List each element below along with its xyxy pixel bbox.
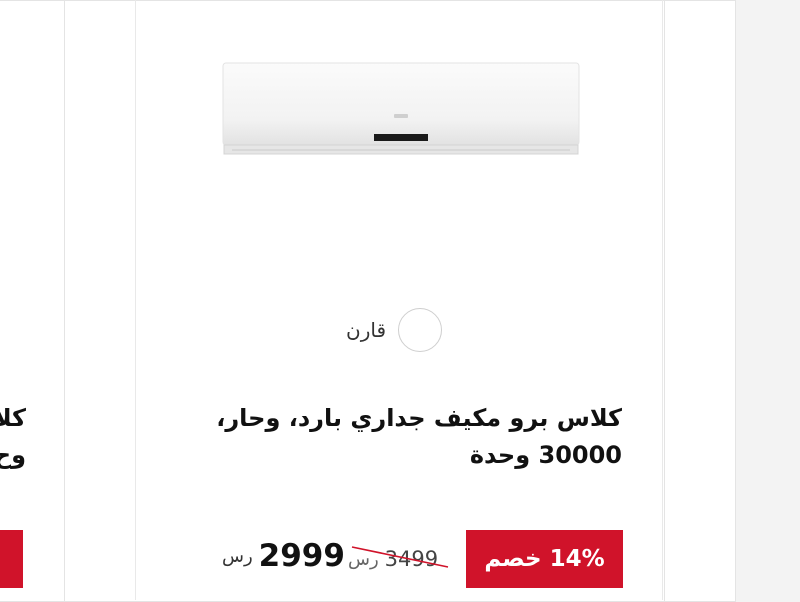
strikethrough-line <box>351 546 449 568</box>
price-currency: رس <box>222 545 253 567</box>
neighbour-product-title[interactable]: كلا وح <box>0 400 26 474</box>
neighbour-discount-badge <box>0 530 23 588</box>
card-divider <box>662 0 663 600</box>
price-value: 2999 <box>258 538 345 574</box>
compare-checkbox[interactable] <box>398 308 442 352</box>
product-image[interactable] <box>222 62 580 158</box>
neighbour-title-line: وح <box>0 441 26 469</box>
card-divider <box>135 0 136 600</box>
product-title[interactable]: كلاس برو مكيف جداري بارد، وحار، 30000 وح… <box>150 400 622 474</box>
compare-label: قارن <box>346 318 386 342</box>
product-card-left[interactable] <box>0 0 65 602</box>
neighbour-title-line: كلا <box>0 404 26 432</box>
product-card-right[interactable] <box>664 0 736 602</box>
current-price: رس 2999 <box>222 536 345 576</box>
compare-control[interactable]: قارن <box>346 307 442 353</box>
discount-badge: 14% خصم <box>466 530 623 588</box>
